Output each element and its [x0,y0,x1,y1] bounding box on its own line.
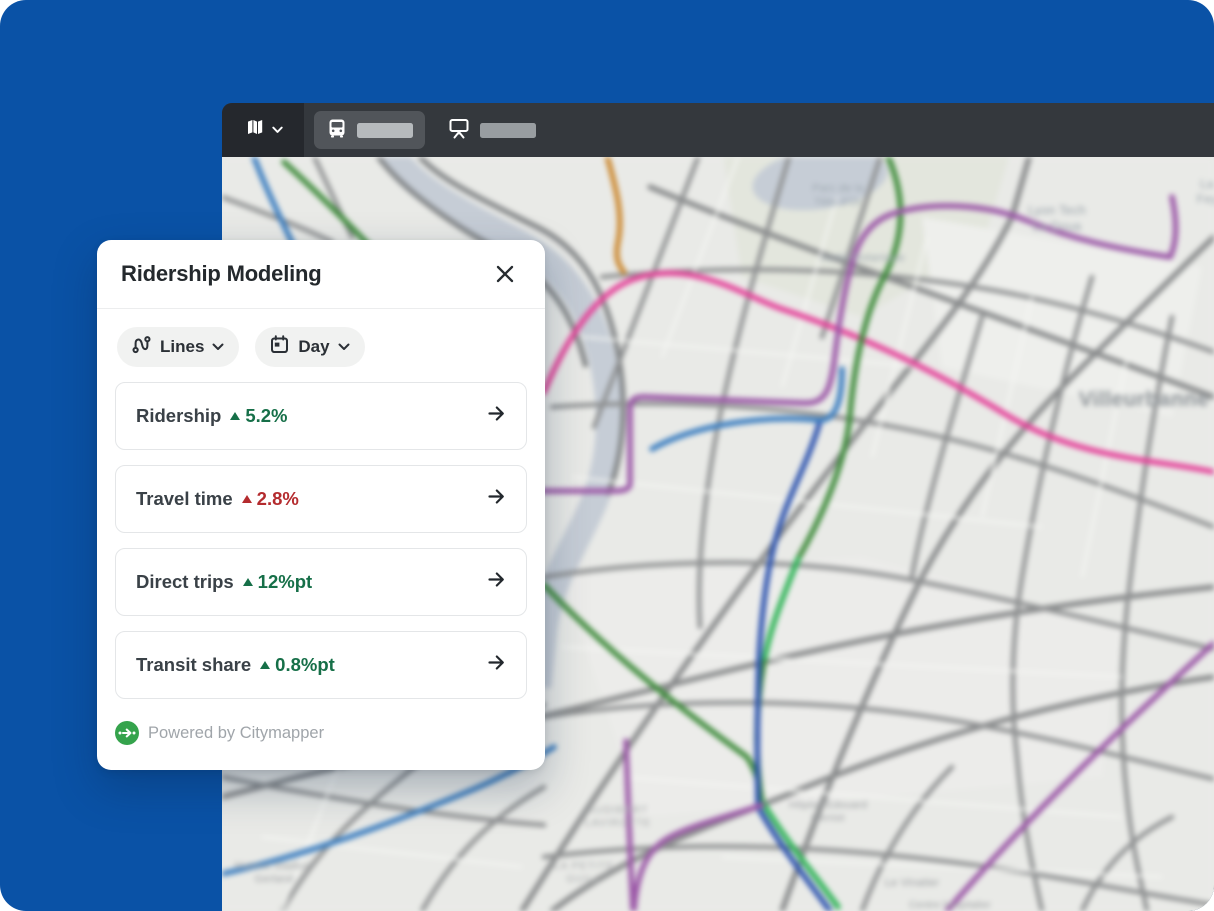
map-place-label: Lyon Tech La Doua [1027,203,1087,233]
map-style-menu-button[interactable] [222,103,304,157]
chevron-down-icon [212,338,224,356]
metric-value: 12%pt [257,571,313,592]
map-place-label: LA PETITE GUILL [553,859,615,885]
map-place-label: Parc de la Tête d'Or [812,182,864,208]
trend-up-icon [230,412,241,420]
metric-delta: 0.8%pt [260,654,335,676]
chevron-down-icon [271,121,283,139]
filter-row: Lines Day [117,327,545,367]
map-place-label: La Fey [1196,177,1214,206]
metric-value: 2.8% [256,488,299,509]
tab-label-placeholder [357,122,413,138]
metric-label: Travel time [136,488,233,509]
powered-by-text: Powered by Citymapper [148,723,325,742]
tab-label-placeholder [480,122,536,138]
trend-up-icon [241,495,252,503]
arrow-right-icon [486,486,507,512]
metric-row[interactable]: Ridership 5.2% [115,382,527,450]
arrow-right-icon [486,652,507,678]
map-place-label: Hôpital Edouard Herriot [788,798,868,824]
map-place-label: Villeurbanne [1078,387,1210,411]
citymapper-logo-icon [115,721,139,745]
map-place-label: Jardin Botanique [819,252,905,265]
map-toolbar [222,103,1214,157]
tab-bus-lines[interactable] [314,111,425,149]
metric-value: 5.2% [245,405,288,426]
app-canvas: Parc de la Tête d'Or Jardin Botanique Lyon… [0,0,1214,911]
metric-row[interactable]: Direct trips 12%pt [115,548,527,616]
map-icon [244,117,266,144]
metric-value: 0.8%pt [275,654,335,675]
metric-label: Direct trips [136,571,234,592]
metric-label: Ridership [136,405,222,426]
map-place-label: Matmut Stadium Gerland [234,859,314,885]
panel-title: Ridership Modeling [121,261,322,286]
panel-header: Ridership Modeling [97,240,545,309]
bus-icon [326,117,348,144]
metric-list: Ridership 5.2% Travel time 2.8% Direct t… [115,382,527,699]
ridership-modeling-panel: Ridership Modeling Lines Day Ridership 5… [97,240,545,770]
chevron-down-icon [338,338,350,356]
map-place-label: AUDIBERT LAVIROTTE [584,803,652,829]
day-filter-dropdown[interactable]: Day [255,327,365,367]
lines-filter-dropdown[interactable]: Lines [117,327,240,367]
map-place-label: Centre hospitalier [909,899,991,911]
panel-footer: Powered by Citymapper [115,721,545,745]
metric-delta: 2.8% [241,488,299,510]
map-place-label: Le Vinatier [884,877,940,890]
arrow-right-icon [486,403,507,429]
route-icon [131,334,152,360]
calendar-icon [269,334,290,360]
lines-filter-label: Lines [160,337,205,356]
metric-delta: 5.2% [230,405,288,427]
stop-sign-icon [447,116,471,145]
metric-row[interactable]: Transit share 0.8%pt [115,631,527,699]
metric-row[interactable]: Travel time 2.8% [115,465,527,533]
tab-stops[interactable] [435,111,548,149]
close-icon[interactable] [491,260,519,288]
day-filter-label: Day [298,337,330,356]
trend-up-icon [242,578,253,586]
trend-up-icon [260,661,271,669]
metric-label: Transit share [136,654,252,675]
arrow-right-icon [486,569,507,595]
metric-delta: 12%pt [242,571,313,593]
